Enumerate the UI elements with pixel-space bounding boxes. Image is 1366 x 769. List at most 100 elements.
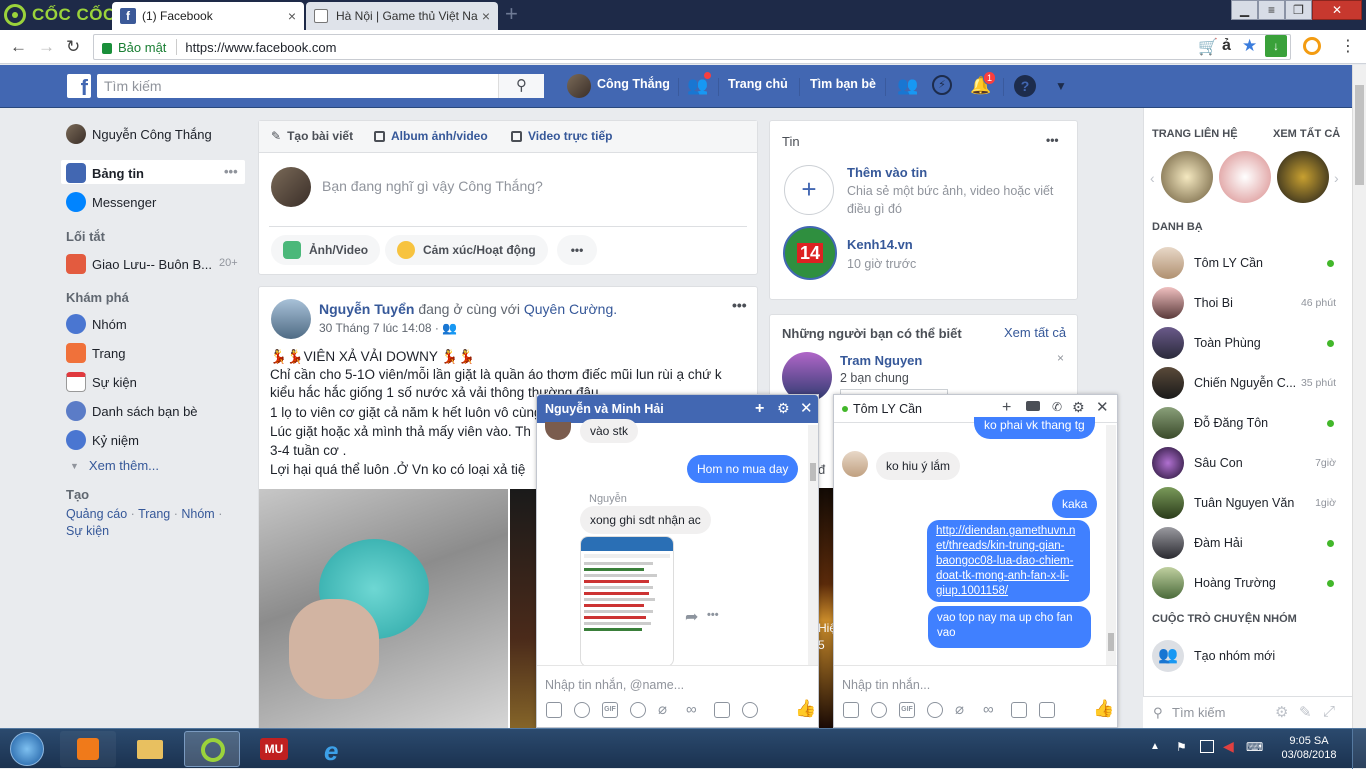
find-friends-link[interactable]: Tìm bạn bè [810, 77, 876, 91]
page-avatar[interactable] [1161, 151, 1213, 203]
restore-button[interactable]: ❐ [1285, 0, 1312, 20]
close-icon[interactable]: ✕ [1096, 398, 1109, 416]
emoji-icon[interactable] [630, 702, 646, 718]
tab-photo-album[interactable]: Album ảnh/video [374, 129, 488, 143]
attachment-icon[interactable]: ⌀ [955, 702, 971, 718]
camera-icon[interactable] [1011, 702, 1027, 718]
page-avatar[interactable] [1277, 151, 1329, 203]
see-more-link[interactable]: ▼ Xem thêm... [70, 458, 159, 473]
close-tab-icon[interactable]: × [288, 8, 296, 24]
video-call-icon[interactable] [1026, 401, 1040, 411]
post-author-link[interactable]: Nguyễn Tuyển [319, 301, 414, 317]
create-ad-link[interactable]: Quảng cáo [66, 507, 127, 521]
profile-link[interactable]: Công Thắng [597, 77, 670, 91]
pymk-person-link[interactable]: Tram Nguyen [840, 353, 922, 368]
gear-icon[interactable]: ⚙ [777, 400, 790, 417]
minimize-button[interactable]: ▁ [1231, 0, 1258, 20]
friends-icon[interactable]: 👥 [897, 75, 919, 97]
chevron-left-icon[interactable]: ‹ [1150, 170, 1155, 186]
show-hidden-icons-chevron-icon[interactable]: ▲ [1150, 741, 1160, 752]
reload-icon[interactable]: ↻ [66, 37, 80, 57]
chat-message-input[interactable]: Nhập tin nhắn... [842, 678, 930, 692]
tab-game-forum[interactable]: Hà Nội | Game thủ Việt Na × [306, 2, 498, 30]
kenh14-avatar[interactable]: 14 [783, 226, 837, 280]
chat-title[interactable]: Nguyễn và Minh Hải [545, 402, 664, 416]
messenger-icon[interactable]: ⚡ [932, 75, 952, 95]
help-icon[interactable]: ? [1014, 75, 1036, 97]
home-link[interactable]: Trang chủ [728, 77, 788, 91]
tab-live-video[interactable]: Video trực tiếp [511, 129, 613, 143]
avatar[interactable] [271, 299, 311, 339]
gear-icon[interactable]: ⚙ [1275, 703, 1288, 721]
more-actions-button[interactable]: ••• [557, 235, 597, 265]
post-photo-left[interactable] [259, 489, 508, 735]
start-button-icon[interactable] [10, 732, 44, 766]
like-thumb-icon[interactable]: 👍 [1093, 699, 1114, 719]
chat-message-link[interactable]: http://diendan.gamethuvn.n et/threads/kin… [927, 520, 1090, 602]
emoji-icon[interactable] [927, 702, 943, 718]
profile-link[interactable]: Nguyễn Công Thắng [66, 124, 212, 144]
camera-icon[interactable] [714, 702, 730, 718]
coccoc-extension-icon[interactable] [1303, 37, 1321, 55]
poll-icon[interactable] [742, 702, 758, 718]
chat-scrollbar[interactable] [1106, 425, 1116, 665]
close-tab-icon[interactable]: × [482, 8, 490, 24]
avatar[interactable] [567, 74, 591, 98]
contact-item[interactable]: Chiến Nguyễn C... 35 phút [1152, 365, 1344, 401]
gif-icon[interactable]: GIF [602, 702, 618, 718]
composer-input[interactable]: Bạn đang nghĩ gì vậy Công Thắng? [322, 178, 543, 194]
create-group-link[interactable]: Nhóm [181, 507, 214, 521]
link-icon[interactable]: ∞ [686, 702, 702, 718]
expand-icon[interactable]: ⤢ [1323, 703, 1335, 720]
star-icon[interactable]: ★ [1242, 36, 1257, 56]
settings-window-button[interactable]: ≡ [1258, 0, 1285, 20]
contact-item[interactable]: Tuân Nguyen Văn 1giờ [1152, 485, 1344, 521]
chat-scrollbar[interactable] [808, 425, 818, 665]
network-tray-icon[interactable] [1200, 740, 1214, 753]
search-input[interactable]: Tìm kiếm [97, 74, 544, 98]
create-event-link[interactable]: Sự kiện [66, 524, 109, 538]
volume-tray-icon[interactable]: ◀ [1223, 738, 1234, 755]
sticker-icon[interactable] [574, 702, 590, 718]
chat-message-input[interactable]: Nhập tin nhắn, @name... [545, 678, 684, 692]
link-icon[interactable]: ∞ [983, 702, 999, 718]
account-menu-chevron-icon[interactable]: ▼ [1050, 75, 1072, 97]
close-window-button[interactable]: ✕ [1312, 0, 1362, 20]
dismiss-icon[interactable]: × [1057, 351, 1064, 365]
create-page-link[interactable]: Trang [138, 507, 170, 521]
menu-icon[interactable]: ⋮ [1340, 36, 1356, 56]
sidebar-item-messenger[interactable]: Messenger [66, 192, 156, 212]
photo-video-button[interactable]: Ảnh/Video [271, 235, 381, 265]
attachment-icon[interactable]: ⌀ [658, 702, 674, 718]
gif-icon[interactable]: GIF [899, 702, 915, 718]
contact-item[interactable]: Thoi Bi 46 phút [1152, 285, 1344, 321]
add-person-icon[interactable]: + [755, 400, 764, 418]
gear-icon[interactable]: ⚙ [1072, 399, 1085, 416]
chat-image-attachment[interactable] [580, 536, 674, 667]
sticker-icon[interactable] [871, 702, 887, 718]
download-icon[interactable]: ↓ [1265, 35, 1287, 57]
system-clock[interactable]: 9:05 SA 03/08/2018 [1278, 734, 1340, 762]
cart-icon[interactable]: 🛒 [1198, 37, 1218, 57]
page-scrollbar[interactable] [1352, 65, 1366, 728]
contact-item[interactable]: Đàm Hải [1152, 525, 1344, 561]
pymk-see-all-link[interactable]: Xem tất cả [1004, 325, 1066, 340]
phone-icon[interactable]: ✆ [1052, 400, 1062, 414]
page-avatar[interactable] [1219, 151, 1271, 203]
tab-facebook[interactable]: f (1) Facebook × [112, 2, 304, 30]
show-desktop-button[interactable] [1352, 729, 1366, 769]
like-thumb-icon[interactable]: 👍 [795, 699, 816, 719]
post-timestamp[interactable]: 30 Tháng 7 lúc 14:08 · 👥 [319, 321, 457, 335]
new-tab-button[interactable]: + [505, 3, 527, 25]
add-story-link[interactable]: Thêm vào tin [847, 165, 927, 180]
compose-icon[interactable]: ✎ [1299, 703, 1312, 721]
contact-item[interactable]: Sâu Con 7giờ [1152, 445, 1344, 481]
chat-header[interactable]: Nguyễn và Minh Hải + ⚙ ✕ [537, 395, 818, 423]
add-story-button[interactable]: + [784, 165, 834, 215]
language-icon[interactable]: ả [1222, 37, 1231, 55]
contact-item[interactable]: Hoàng Trường [1152, 565, 1344, 601]
table-icon[interactable] [1039, 702, 1055, 718]
contacts-see-all-link[interactable]: XEM TẤT CẢ [1273, 128, 1340, 140]
sidebar-item-events[interactable]: Sự kiện [66, 372, 137, 392]
sidebar-item-news-feed[interactable]: Bảng tin [66, 163, 144, 183]
